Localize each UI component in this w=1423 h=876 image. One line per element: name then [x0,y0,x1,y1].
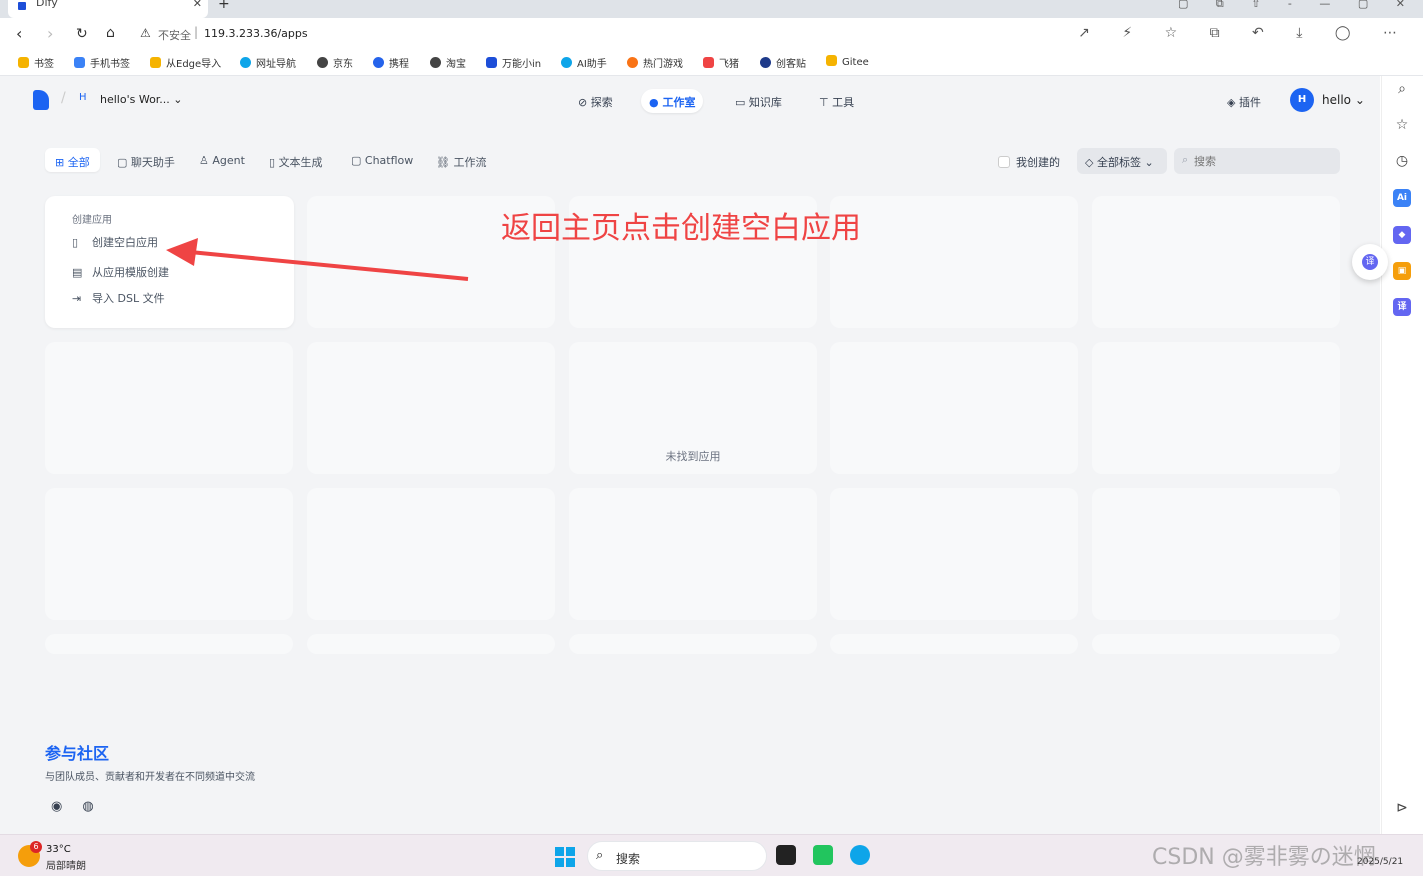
taskbar-date: 2025/5/21 [1357,857,1404,867]
star-icon[interactable]: ☆ [1393,117,1411,135]
app-icon[interactable] [813,845,833,865]
translate-icon: 译 [1362,254,1378,270]
taskview-icon[interactable] [776,845,796,865]
translate-icon[interactable]: 译 [1393,298,1411,316]
search-icon: ⌕ [596,848,604,863]
temperature: 33°C [46,844,71,855]
edge-icon[interactable] [850,845,870,865]
csdn-watermark: CSDN @雾非雾の迷惘 [1152,845,1376,870]
taskbar-search-label: 搜索 [616,852,641,866]
annotation-text: 返回主页点击创建空白应用 [501,211,861,246]
ai-icon[interactable]: Ai [1393,189,1411,207]
floating-translate-button[interactable]: 译 [1352,244,1388,280]
browser-side-panel: ⌕ ☆ ◷ Ai ◆ ▣ 译 ⊳ [1381,76,1423,834]
windows-start-icon[interactable] [555,847,575,867]
search-icon[interactable]: ⌕ [1393,81,1411,99]
weather-condition: 局部晴朗 [46,861,86,872]
annotation-arrow [166,238,469,281]
windows-taskbar: 6 33°C 局部晴朗 ⌕ 搜索 CSDN @雾非雾の迷惘 2025/5/21 [0,834,1423,876]
gift-icon[interactable]: ▣ [1393,262,1411,280]
taskbar-search[interactable]: ⌕ 搜索 [587,841,767,871]
expand-panel-icon[interactable]: ⊳ [1393,800,1411,818]
gamepad-icon[interactable]: ◆ [1393,226,1411,244]
history-icon[interactable]: ◷ [1393,153,1411,171]
notification-badge: 6 [30,841,42,853]
